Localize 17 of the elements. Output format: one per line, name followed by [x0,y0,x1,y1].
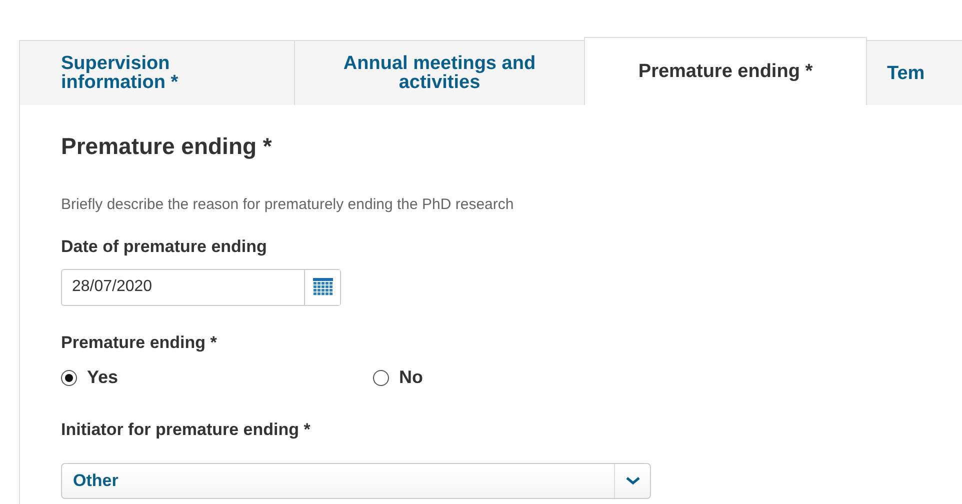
section-description: Briefly describe the reason for prematurely ending the PhD research [61,194,515,214]
field-label: Date of premature ending [61,236,267,258]
chevron-down-icon [626,476,640,484]
field-label: Premature ending * [61,332,217,354]
calendar-icon [312,278,332,296]
date-input[interactable]: 28/07/2020 [62,270,304,304]
calendar-button[interactable] [304,270,340,304]
radio-option[interactable]: Yes [61,364,373,391]
radio-option[interactable]: No [373,364,685,391]
select-field[interactable]: Other [61,462,651,498]
tab[interactable]: Tem [866,40,962,105]
date-field[interactable]: 28/07/2020 [61,268,341,306]
tab[interactable]: Annual meetings and activities [294,40,585,105]
field-label: Initiator for premature ending * [61,419,310,441]
tab[interactable]: Premature ending * [584,37,867,105]
section-title: Premature ending * [61,132,273,161]
tab[interactable]: Supervision information * [19,40,295,105]
